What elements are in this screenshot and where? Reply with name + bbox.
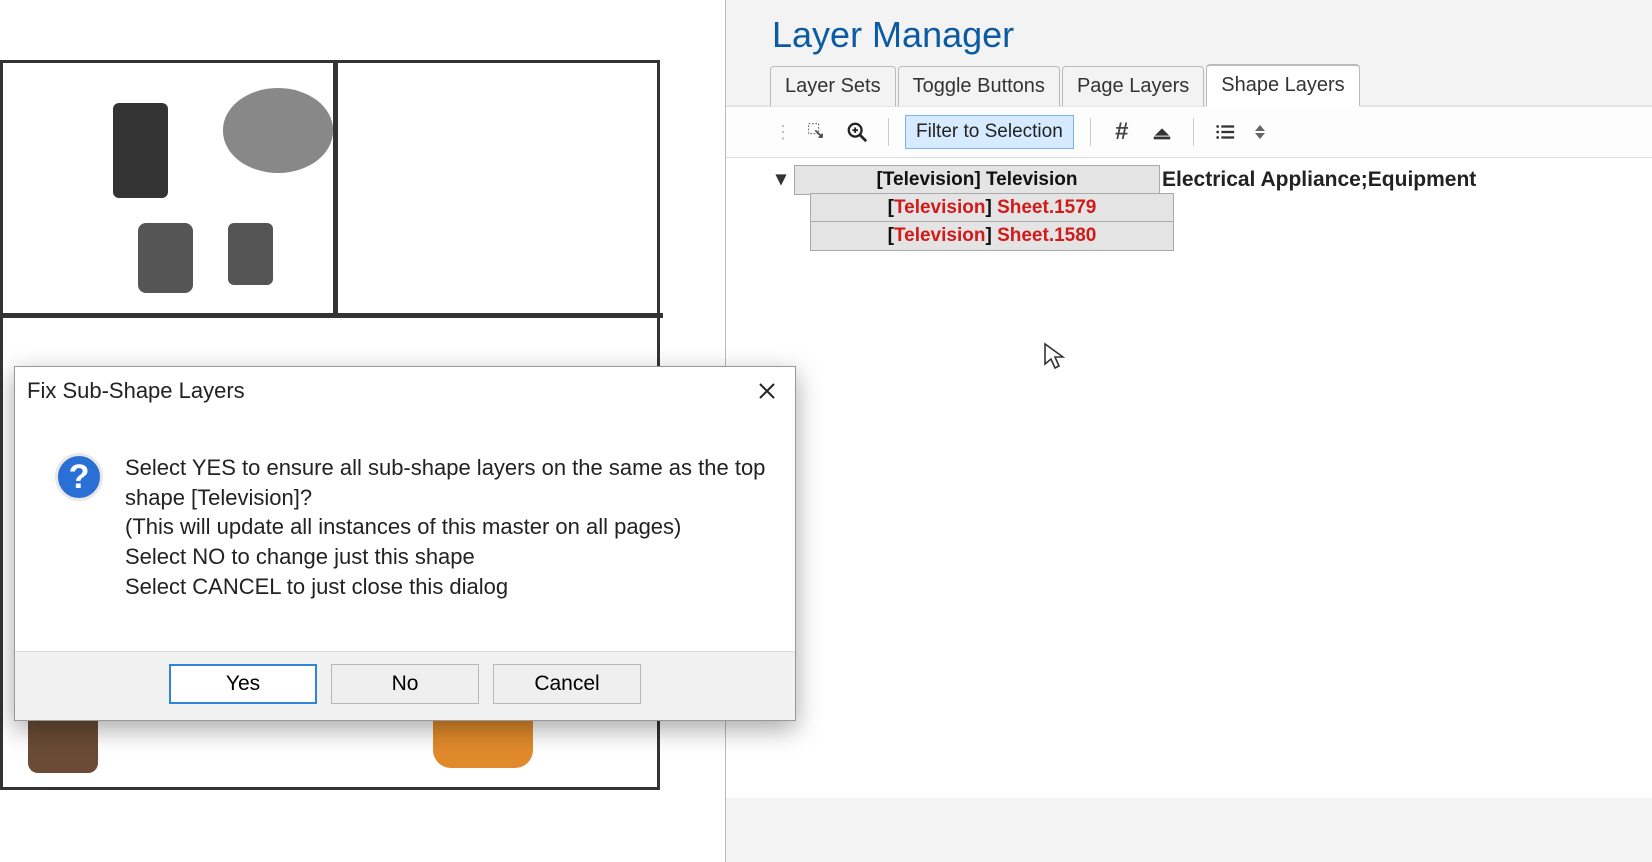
- child-master: Television: [894, 197, 986, 218]
- root-category: Electrical Appliance;Equipment: [1162, 168, 1476, 192]
- tab-page-layers[interactable]: Page Layers: [1062, 66, 1204, 106]
- grip-icon: ⋮: [774, 122, 792, 143]
- root-suffix: ] Television: [974, 169, 1077, 190]
- toolbar-divider: [1090, 118, 1091, 146]
- zoom-icon[interactable]: [842, 117, 872, 147]
- collapse-icon[interactable]: [774, 173, 788, 187]
- child-sheet: Sheet.1580: [997, 225, 1096, 246]
- tree-child-row[interactable]: [Television] Sheet.1580: [774, 222, 1652, 250]
- no-button[interactable]: No: [331, 664, 479, 704]
- dialog-title: Fix Sub-Shape Layers: [27, 378, 245, 404]
- panel-title: Layer Manager: [726, 0, 1652, 64]
- dialog-line1: Select YES to ensure all sub-shape layer…: [125, 453, 767, 512]
- dialog-line2: (This will update all instances of this …: [125, 512, 767, 542]
- root-master-name: Television: [883, 169, 975, 190]
- bracket-close: ]: [985, 225, 997, 246]
- root-shape-cell[interactable]: [Television] Television: [794, 165, 1160, 195]
- shape-tree[interactable]: [Television] Television Electrical Appli…: [726, 158, 1652, 798]
- dialog-line4: Select CANCEL to just close this dialog: [125, 572, 767, 602]
- close-icon[interactable]: [751, 375, 783, 407]
- list-icon[interactable]: [1210, 117, 1240, 147]
- sort-icon[interactable]: [1250, 117, 1270, 147]
- dialog-titlebar[interactable]: Fix Sub-Shape Layers: [15, 367, 795, 413]
- child-shape-cell[interactable]: [Television] Sheet.1580: [810, 221, 1174, 251]
- fix-subshape-dialog: Fix Sub-Shape Layers ? Select YES to ens…: [14, 366, 796, 721]
- tab-shape-layers[interactable]: Shape Layers: [1206, 64, 1359, 107]
- cursor-icon: [1043, 342, 1065, 370]
- color-fill-icon[interactable]: [1147, 117, 1177, 147]
- tree-root-row[interactable]: [Television] Television Electrical Appli…: [774, 166, 1652, 194]
- dialog-button-row: Yes No Cancel: [15, 651, 795, 720]
- child-sheet: Sheet.1579: [997, 197, 1096, 218]
- toolbar-divider: [888, 118, 889, 146]
- tab-strip: Layer Sets Toggle Buttons Page Layers Sh…: [726, 64, 1652, 107]
- tree-child-row[interactable]: [Television] Sheet.1579: [774, 194, 1652, 222]
- filter-to-selection-button[interactable]: Filter to Selection: [905, 115, 1074, 149]
- question-icon: ?: [55, 453, 103, 601]
- dialog-line3: Select NO to change just this shape: [125, 542, 767, 572]
- child-shape-cell[interactable]: [Television] Sheet.1579: [810, 193, 1174, 223]
- select-icon[interactable]: [802, 117, 832, 147]
- tab-toggle-buttons[interactable]: Toggle Buttons: [898, 66, 1060, 106]
- dialog-message: Select YES to ensure all sub-shape layer…: [125, 453, 767, 601]
- bracket-close: ]: [985, 197, 997, 218]
- layer-manager-panel: Layer Manager Layer Sets Toggle Buttons …: [725, 0, 1652, 862]
- cancel-button[interactable]: Cancel: [493, 664, 641, 704]
- yes-button[interactable]: Yes: [169, 664, 317, 704]
- hash-icon[interactable]: #: [1107, 117, 1137, 147]
- tab-layer-sets[interactable]: Layer Sets: [770, 66, 896, 106]
- toolbar-divider: [1193, 118, 1194, 146]
- panel-toolbar: ⋮ Filter to Selection #: [726, 107, 1652, 158]
- child-master: Television: [894, 225, 986, 246]
